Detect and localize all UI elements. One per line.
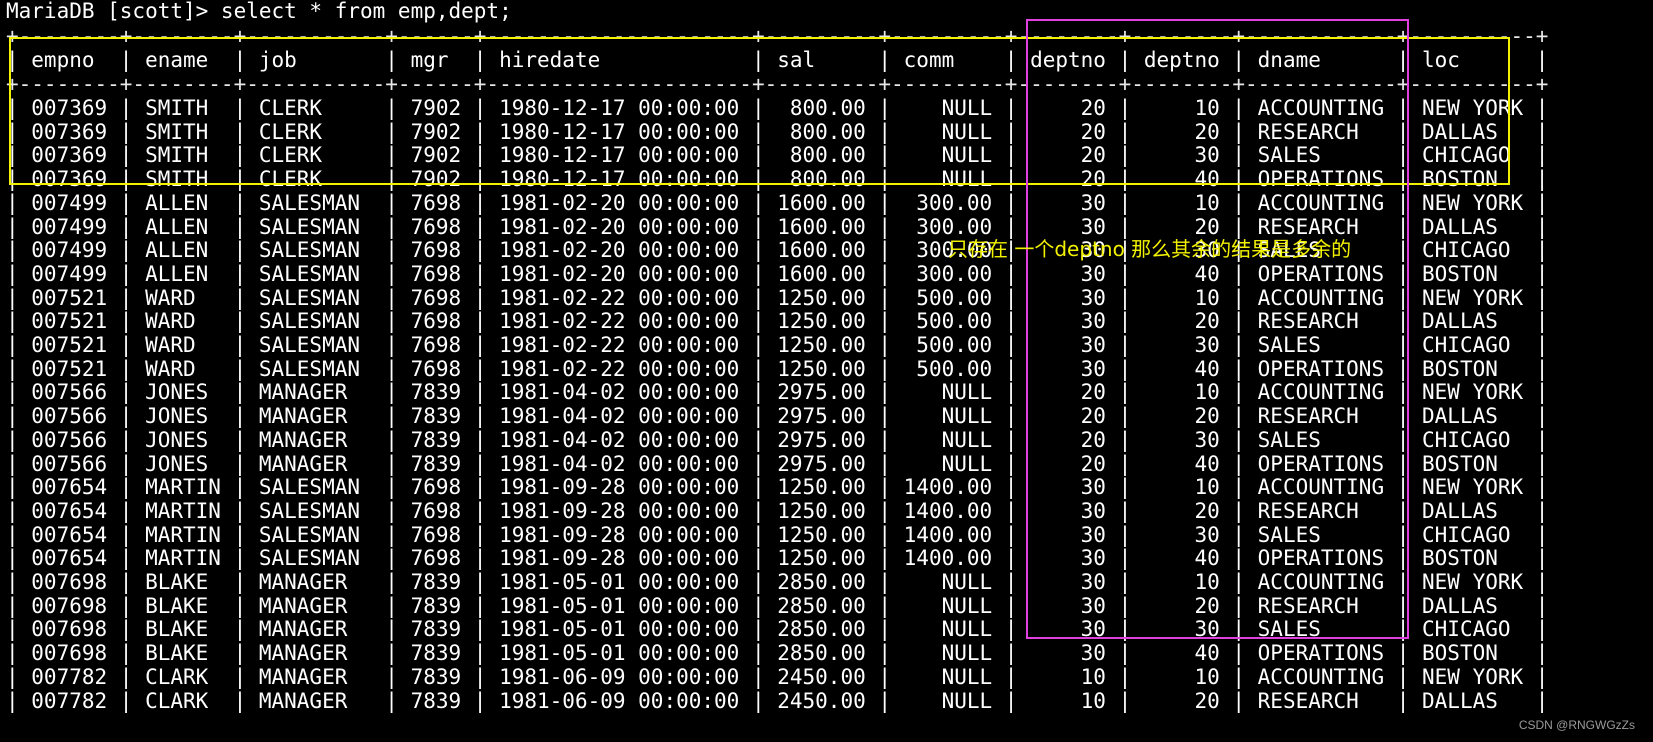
table-row: | 007369 | SMITH | CLERK | 7902 | 1980-1… [6, 167, 1549, 192]
table-row: | 007654 | MARTIN | SALESMAN | 7698 | 19… [6, 475, 1549, 500]
table-row: | 007521 | WARD | SALESMAN | 7698 | 1981… [6, 333, 1549, 357]
annotation-note: 只存在 一个deptno 那么其余的结果是多余的 [948, 237, 1352, 261]
table-row: | 007566 | JONES | MANAGER | 7839 | 1981… [6, 404, 1549, 429]
table-header-separator: +--------+--------+-----------+------+--… [6, 72, 1549, 96]
table-row: | 007698 | BLAKE | MANAGER | 7839 | 1981… [6, 641, 1549, 666]
table-row: | 007521 | WARD | SALESMAN | 7698 | 1981… [6, 356, 1549, 381]
table-row: | 007499 | ALLEN | SALESMAN | 7698 | 198… [6, 261, 1549, 286]
table-row: | 007782 | CLARK | MANAGER | 7839 | 1981… [6, 664, 1549, 689]
table-row: | 007566 | JONES | MANAGER | 7839 | 1981… [6, 451, 1549, 476]
table-row: | 007369 | SMITH | CLERK | 7902 | 1980-1… [6, 143, 1549, 168]
command-prompt-line: MariaDB [scott]> select * from emp,dept; [6, 0, 512, 23]
terminal-window[interactable]: MariaDB [scott]> select * from emp,dept;… [0, 0, 1653, 742]
table-row: | 007521 | WARD | SALESMAN | 7698 | 1981… [6, 309, 1549, 334]
table-header-row: | empno | ename | job | mgr | hiredate |… [6, 48, 1549, 72]
table-row: | 007782 | CLARK | MANAGER | 7839 | 1981… [6, 688, 1549, 713]
table-row: | 007654 | MARTIN | SALESMAN | 7698 | 19… [6, 546, 1549, 571]
table-row: | 007654 | MARTIN | SALESMAN | 7698 | 19… [6, 522, 1549, 547]
table-row: | 007698 | BLAKE | MANAGER | 7839 | 1981… [6, 570, 1549, 594]
table-row: | 007369 | SMITH | CLERK | 7902 | 1980-1… [6, 119, 1549, 144]
table-row: | 007369 | SMITH | CLERK | 7902 | 1980-1… [6, 96, 1549, 120]
table-row: | 007566 | JONES | MANAGER | 7839 | 1981… [6, 380, 1549, 405]
table-row: | 007499 | ALLEN | SALESMAN | 7698 | 198… [6, 190, 1549, 215]
table-row: | 007521 | WARD | SALESMAN | 7698 | 1981… [6, 285, 1549, 310]
table-row: | 007698 | BLAKE | MANAGER | 7839 | 1981… [6, 593, 1549, 618]
table-row: | 007566 | JONES | MANAGER | 7839 | 1981… [6, 427, 1549, 452]
csdn-watermark: CSDN @RNGWGzZs [1518, 718, 1635, 732]
table-border-top: +--------+--------+-----------+------+--… [6, 24, 1549, 48]
table-row: | 007654 | MARTIN | SALESMAN | 7698 | 19… [6, 498, 1549, 523]
table-row: | 007698 | BLAKE | MANAGER | 7839 | 1981… [6, 617, 1549, 642]
